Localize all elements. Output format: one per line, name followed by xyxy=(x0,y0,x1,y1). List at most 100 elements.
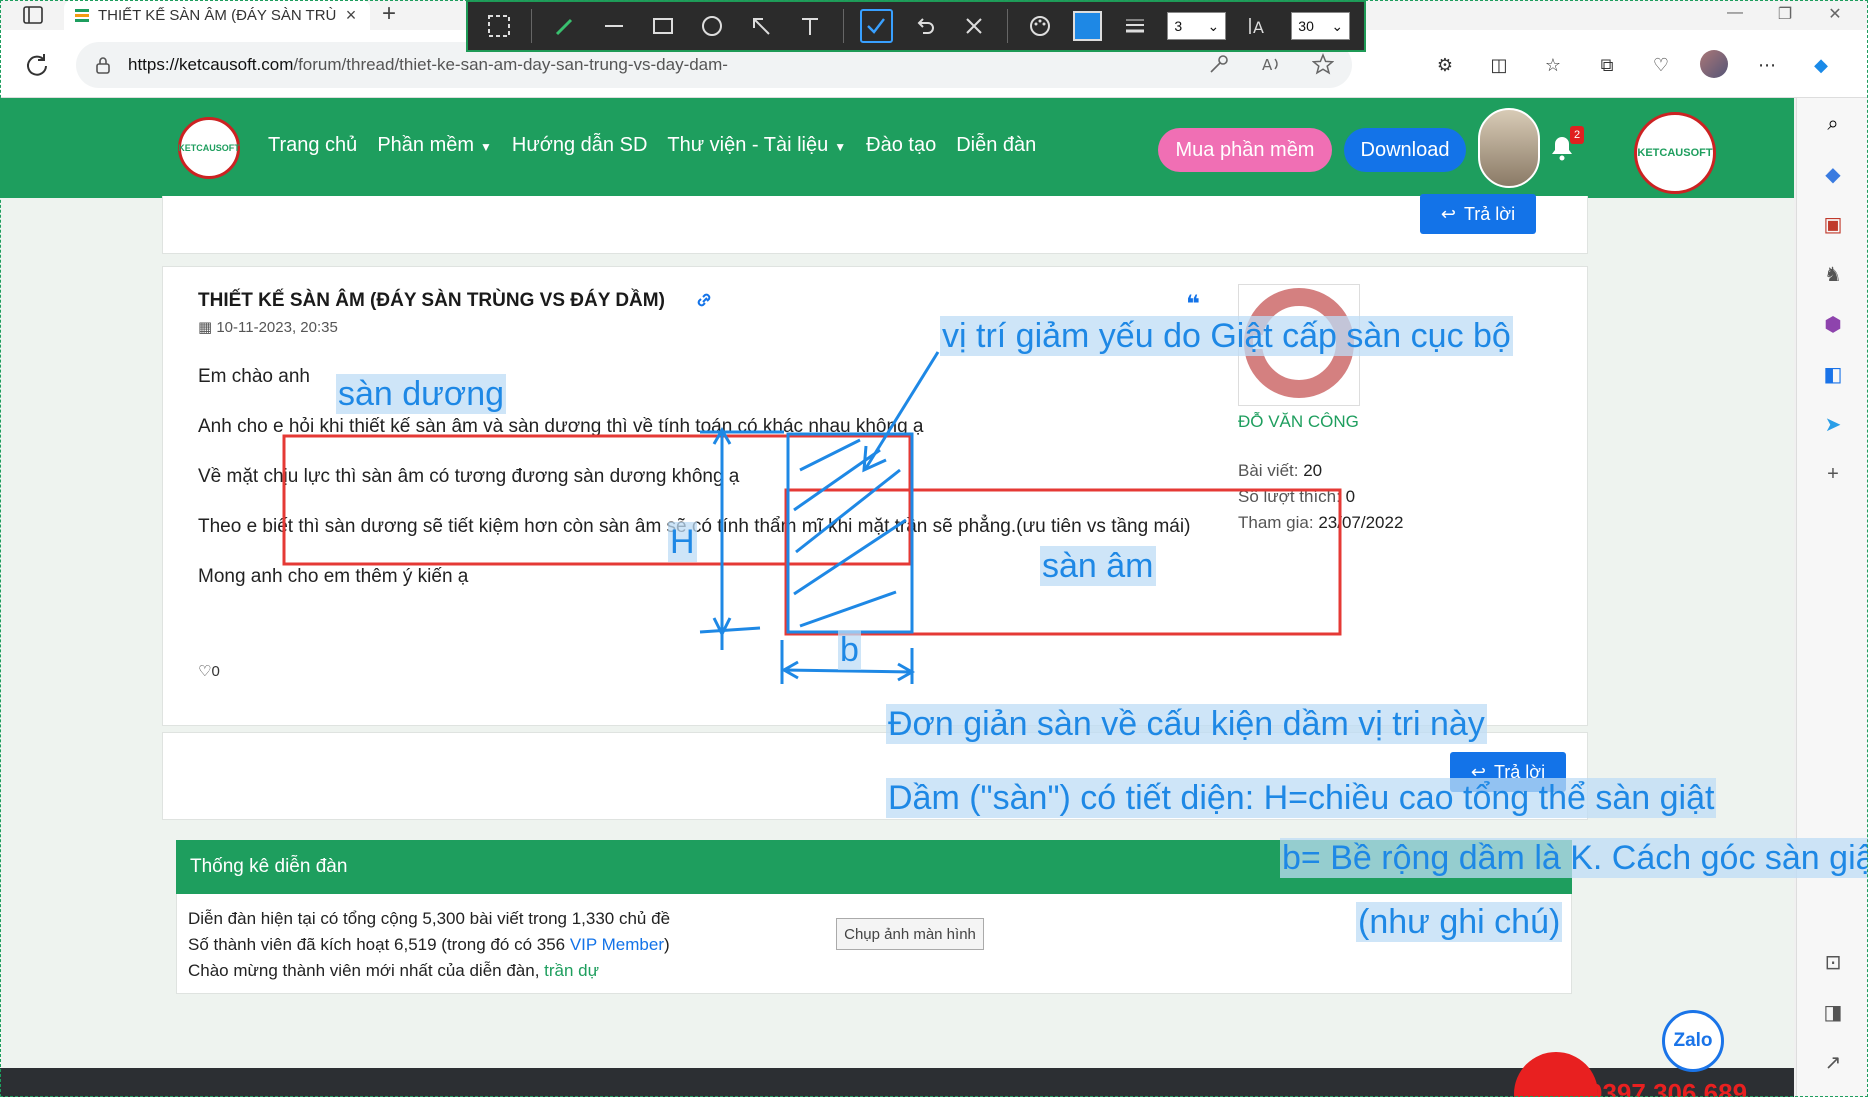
text-tool-icon[interactable] xyxy=(794,9,827,43)
minimize-icon[interactable]: — xyxy=(1720,4,1750,26)
annotation-toolbar: 3 ⌄ A 30 ⌄ xyxy=(466,0,1366,52)
nav-item-library[interactable]: Thư viện - Tài liệu ▼ xyxy=(667,134,846,157)
post-title: THIẾT KẾ SÀN ÂM (ĐÁY SÀN TRÙNG VS ĐÁY DẦ… xyxy=(198,290,665,311)
main-nav: Trang chủ Phần mềm ▼ Hướng dẫn SD Thư việ… xyxy=(268,134,1036,157)
newest-member-link[interactable]: trần dự xyxy=(544,961,599,980)
annotation-note-3: b= Bề rộng dầm là K. Cách góc sàn giật xyxy=(1280,838,1868,878)
annotation-note-1: Đơn giản sàn về cấu kiện dầm vị tri này xyxy=(886,704,1487,744)
add-icon[interactable]: + xyxy=(1819,460,1847,488)
confirm-check-icon[interactable] xyxy=(859,9,893,43)
lock-icon[interactable] xyxy=(94,56,112,74)
nav-label: Diễn đàn xyxy=(956,134,1037,156)
site-logo-right[interactable]: KETCAUSOFT xyxy=(1634,112,1716,194)
reload-icon[interactable] xyxy=(24,52,50,78)
reply-arrow-icon: ↩ xyxy=(1440,203,1456,224)
chevron-down-icon: ⌄ xyxy=(1331,17,1344,34)
browser-essentials-icon[interactable]: ♡ xyxy=(1646,50,1676,80)
nav-label: Thư viện - Tài liệu xyxy=(667,134,829,156)
more-menu-icon[interactable]: ⋯ xyxy=(1752,50,1782,80)
collections-icon[interactable]: ⧉ xyxy=(1592,50,1622,80)
author-likes: 0 xyxy=(1345,487,1356,506)
sidebar-panel-icon[interactable]: ◨ xyxy=(1819,998,1847,1026)
svg-text:A: A xyxy=(1262,56,1273,74)
crop-select-icon[interactable] xyxy=(482,9,515,43)
favorite-star-icon[interactable] xyxy=(1311,53,1335,75)
tab-close-icon[interactable]: × xyxy=(342,5,360,26)
arrow-icon[interactable] xyxy=(744,9,777,43)
tab-active[interactable]: THIẾT KẾ SÀN ÂM (ĐÁY SÀN TRÙ × xyxy=(64,0,370,30)
key-icon[interactable] xyxy=(1208,53,1230,75)
caret-down-icon: ▼ xyxy=(834,140,847,154)
vip-member-link[interactable]: VIP Member xyxy=(570,935,664,954)
copilot-app-icon[interactable]: ⬢ xyxy=(1819,310,1847,338)
line-icon[interactable] xyxy=(597,9,630,43)
link-icon[interactable] xyxy=(694,290,716,310)
close-window-icon[interactable]: ✕ xyxy=(1820,4,1850,26)
annotation-note-2: Dầm ("sàn") có tiết diện: H=chiều cao tổ… xyxy=(886,778,1717,818)
send-icon[interactable]: ➤ xyxy=(1819,410,1847,438)
url-path: /forum/thread/thiet-ke-san-am-day-san-tr… xyxy=(293,55,728,74)
svg-text:A: A xyxy=(1253,18,1264,37)
tab-actions-icon[interactable] xyxy=(22,4,44,26)
pen-icon[interactable] xyxy=(548,9,581,43)
quote-icon[interactable]: ❝ xyxy=(1186,290,1200,319)
font-size-icon[interactable]: A xyxy=(1242,9,1275,43)
site-favicon-icon xyxy=(74,7,90,23)
cancel-x-icon[interactable] xyxy=(958,9,991,43)
reply-button[interactable]: ↩ Trả lời xyxy=(1420,194,1536,234)
nav-item-forum[interactable]: Diễn đàn xyxy=(956,134,1036,157)
stroke-width-icon[interactable] xyxy=(1118,9,1151,43)
author-joined: 23/07/2022 xyxy=(1318,513,1404,532)
logo-text: KETCAUSOFT xyxy=(1637,147,1713,159)
toolbar-separator xyxy=(1006,9,1008,43)
copilot-icon[interactable]: ◆ xyxy=(1806,50,1836,80)
color-swatch[interactable] xyxy=(1073,11,1103,41)
logo-text: KETCAUSOFT xyxy=(178,143,240,153)
chess-icon[interactable]: ♞ xyxy=(1819,260,1847,288)
user-avatar[interactable] xyxy=(1478,108,1540,188)
stroke-width-select[interactable]: 3 ⌄ xyxy=(1167,12,1227,40)
hotline-number[interactable]: 0397 306 689 xyxy=(1588,1078,1747,1097)
nav-label: Đào tạo xyxy=(866,134,937,156)
nav-item-guide[interactable]: Hướng dẫn SD xyxy=(512,134,647,157)
ellipse-icon[interactable] xyxy=(695,9,728,43)
screenshot-icon[interactable]: ⊡ xyxy=(1819,948,1847,976)
restore-icon[interactable]: ❐ xyxy=(1770,4,1800,26)
buy-software-button[interactable]: Mua phần mềm xyxy=(1158,128,1332,172)
new-tab-button[interactable]: + xyxy=(376,2,402,28)
browser-sidebar: ⌕ ◆ ▣ ♞ ⬢ ◧ ➤ + ⊡ ◨ ↗ xyxy=(1796,98,1868,1097)
nav-item-training[interactable]: Đào tạo xyxy=(866,134,936,157)
annotation-note-4: (như ghi chú) xyxy=(1356,902,1563,942)
rectangle-icon[interactable] xyxy=(646,9,679,43)
undo-icon[interactable] xyxy=(909,9,942,43)
nav-label: Hướng dẫn SD xyxy=(511,134,648,156)
toolbox-icon[interactable]: ▣ xyxy=(1819,210,1847,238)
post-date-text: 10-11-2023, 20:35 xyxy=(216,319,338,336)
nav-item-software[interactable]: Phần mềm ▼ xyxy=(377,134,492,157)
tag-icon[interactable]: ◆ xyxy=(1819,160,1847,188)
calendar-icon: ▦ xyxy=(198,319,217,336)
split-screen-icon[interactable]: ◫ xyxy=(1484,50,1514,80)
font-size-select[interactable]: 30 ⌄ xyxy=(1291,12,1351,40)
search-icon[interactable]: ⌕ xyxy=(1819,110,1847,138)
open-external-icon[interactable]: ↗ xyxy=(1819,1048,1847,1076)
palette-icon[interactable] xyxy=(1024,9,1057,43)
author-name[interactable]: ĐỖ VĂN CÔNG xyxy=(1238,412,1359,432)
screenshot-button[interactable]: Chụp ảnh màn hình xyxy=(836,918,984,950)
stats-text: Chào mừng thành viên mới nhất của diễn đ… xyxy=(188,961,545,980)
profile-avatar[interactable] xyxy=(1700,50,1728,78)
site-logo[interactable]: KETCAUSOFT xyxy=(178,117,240,179)
post-paragraph: Về mặt chịu lực thì sàn âm có tương đươn… xyxy=(198,466,740,487)
zalo-chat-button[interactable]: Zalo xyxy=(1662,1010,1724,1072)
download-button[interactable]: Download xyxy=(1344,128,1466,172)
annotation-weak-point-label: vị trí giảm yếu do Giật cấp sàn cục bộ xyxy=(940,316,1513,356)
favorites-icon[interactable]: ☆ xyxy=(1538,50,1568,80)
phone-call-button[interactable] xyxy=(1514,1052,1598,1097)
outlook-icon[interactable]: ◧ xyxy=(1819,360,1847,388)
read-aloud-icon[interactable]: A xyxy=(1260,53,1282,75)
nav-label: Trang chủ xyxy=(268,134,358,156)
extensions-icon[interactable]: ⚙ xyxy=(1430,50,1460,80)
nav-item-home[interactable]: Trang chủ xyxy=(268,134,357,157)
like-counter[interactable]: ♡0 xyxy=(198,662,220,680)
notification-badge: 2 xyxy=(1570,126,1584,144)
